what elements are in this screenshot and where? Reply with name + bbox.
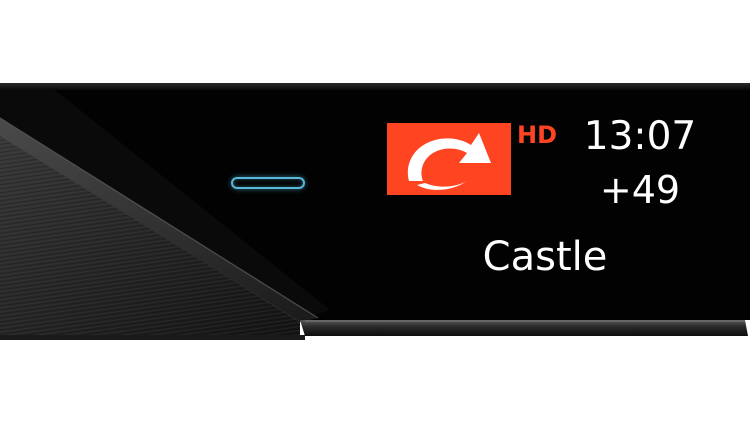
- status-led-indicator: [231, 177, 305, 189]
- program-title: Castle: [482, 234, 608, 280]
- channel-number: +49: [599, 168, 681, 212]
- clock-time: 13:07: [583, 114, 697, 159]
- channel-logo-icon: [387, 123, 511, 195]
- set-top-box-photo: HD 13:07 +49 Castle: [0, 0, 750, 422]
- top-edge: [0, 83, 750, 91]
- hd-label: HD: [517, 121, 558, 149]
- base-strip: [300, 320, 748, 336]
